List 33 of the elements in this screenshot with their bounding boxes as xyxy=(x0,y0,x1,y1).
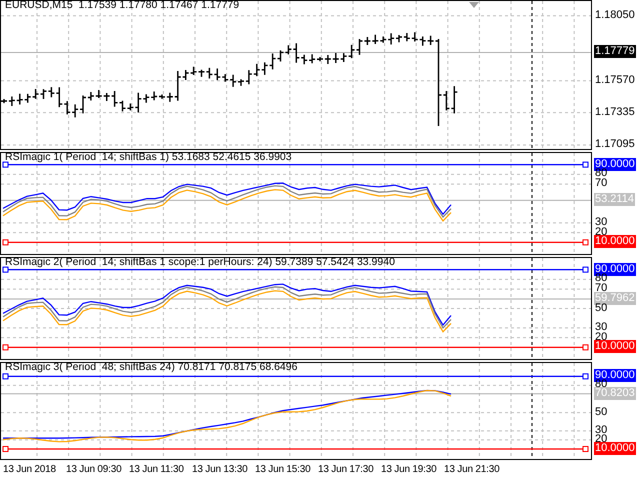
level-line[interactable] xyxy=(2,266,588,273)
axis-label: 1.17095 xyxy=(594,138,636,152)
indicator-title: RSImagic 1( Period 14; shiftBas 1) 53.1683 52.4615 36.9903 xyxy=(5,152,292,163)
value-label: 59.7962 xyxy=(594,292,636,305)
time-label: 13 Jun 15:30 xyxy=(255,463,312,477)
value-label: 70.8203 xyxy=(594,386,636,400)
level-line[interactable] xyxy=(2,162,588,168)
triangle-icon[interactable] xyxy=(469,2,479,8)
price-label: 1.17779 xyxy=(594,45,636,58)
level-line[interactable] xyxy=(2,344,588,350)
time-label: 13 Jun 21:30 xyxy=(444,463,500,477)
axis-label: 70 xyxy=(594,177,608,190)
axis-label: 30 xyxy=(594,216,608,228)
level-line[interactable] xyxy=(2,373,588,380)
time-label: 13 Jun 13:30 xyxy=(192,463,248,477)
time-label: 13 Jun 09:30 xyxy=(66,463,122,477)
time-label: 13 Jun 17:30 xyxy=(318,463,374,477)
level-label: 10.0000 xyxy=(594,340,636,354)
axis-label: 30 xyxy=(594,320,608,333)
axis-label: 1.17335 xyxy=(594,106,636,119)
level-label: 10.0000 xyxy=(594,235,636,248)
level-line[interactable] xyxy=(2,239,588,246)
time-label: 13 Jun 11:30 xyxy=(129,463,185,477)
axis-label: 1.18050 xyxy=(594,8,636,22)
symbol-title: EURUSD,M15 1.17539 1.17780 1.17467 1.17779 xyxy=(5,0,240,11)
axis-label: 50 xyxy=(594,406,608,419)
time-label: 13 Jun 2018 xyxy=(3,463,57,477)
time-label: 13 Jun 19:30 xyxy=(381,463,438,477)
level-label: 10.0000 xyxy=(594,442,636,455)
value-label: 53.2114 xyxy=(594,193,635,206)
axis-label: 1.17570 xyxy=(594,74,636,87)
axis-label: 70 xyxy=(594,282,608,294)
level-line[interactable] xyxy=(2,446,588,452)
